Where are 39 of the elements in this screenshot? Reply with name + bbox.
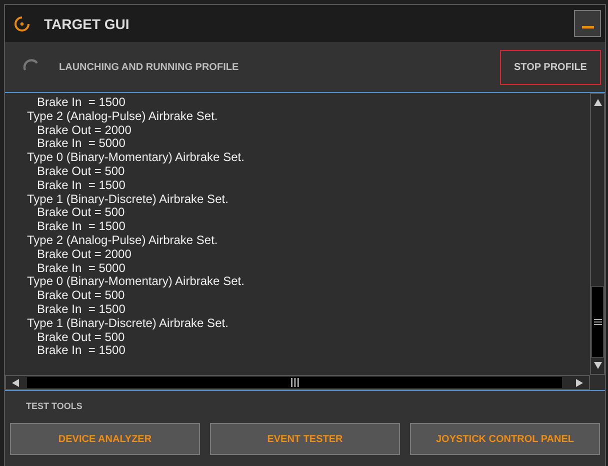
log-line: Type 0 (Binary-Momentary) Airbrake Set. [27,275,246,290]
grip-icon [594,319,602,325]
logo-icon [14,16,30,32]
log-line: Type 2 (Analog-Pulse) Airbrake Set. [27,110,219,124]
scroll-right-icon[interactable] [576,378,583,386]
log-line: Brake Out = 500 [37,206,125,220]
log-line: Brake Out = 500 [36,289,126,303]
stop-profile-button[interactable]: STOP PROFILE [500,50,601,84]
log-line: Brake Out = 500 [36,330,126,344]
log-line: Type 0 (Binary-Momentary) Airbrake Set. [27,151,246,165]
log-line: Type 1 (Binary-Discrete) Airbrake Set. [27,316,230,331]
scroll-thumb[interactable] [27,377,562,388]
log-line: Brake In = 1500 [36,302,126,317]
section-heading: TEST TOOLS [26,401,84,411]
tool-button[interactable]: DEVICE ANALYZER [10,423,200,455]
status-message: LAUNCHING AND RUNNING PROFILE [59,62,240,72]
log-line: Brake In = 5000 [36,262,126,276]
minimize-button[interactable] [574,10,601,37]
minimize-icon [582,26,594,29]
log-line: Type 1 (Binary-Discrete) Airbrake Set. [27,192,230,206]
scroll-left-icon[interactable] [12,378,19,386]
log-line: Brake In = 5000 [36,137,126,152]
tool-button[interactable]: JOYSTICK CONTROL PANEL [410,423,600,455]
scroll-up-icon[interactable] [594,99,602,106]
horizontal-scrollbar[interactable] [5,375,590,390]
tool-button[interactable]: EVENT TESTER [210,423,400,455]
grip-icon [290,378,298,387]
log-line: Brake Out = 2000 [36,124,132,138]
log-line: Brake In = 1500 [36,344,126,358]
window-title: TARGET GUI [44,16,130,32]
log-line: Brake Out = 500 [36,164,126,179]
log-line: Brake In = 1500 [36,220,126,234]
log-line: Brake In = 1500 [36,178,126,193]
log-line: Brake In = 1500 [36,96,126,110]
vertical-scrollbar[interactable] [590,93,605,375]
scroll-thumb[interactable] [591,286,604,358]
log-line: Brake Out = 2000 [36,248,132,262]
scroll-down-icon[interactable] [594,362,602,369]
log-line: Type 2 (Analog-Pulse) Airbrake Set. [27,234,219,248]
